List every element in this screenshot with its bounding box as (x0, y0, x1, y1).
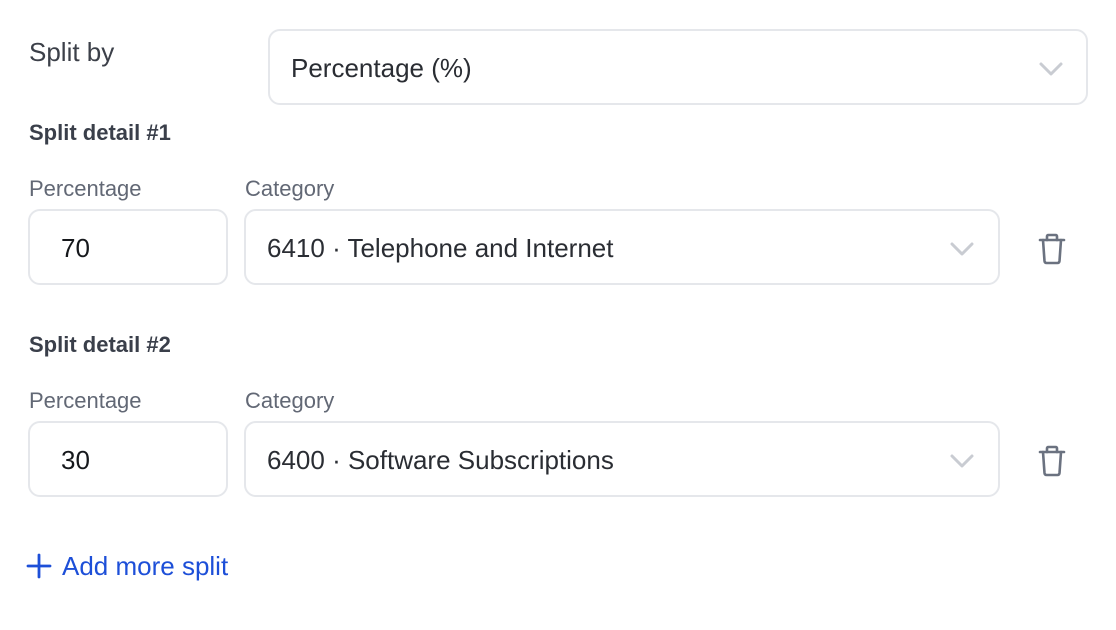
split-2-percentage-label: Percentage (29, 388, 142, 413)
split-1-category-label: Category (245, 176, 335, 201)
chevron-down-icon (1039, 62, 1063, 76)
split-by-value: Percentage (%) (291, 53, 472, 83)
split-2-percentage-input[interactable]: 30 (28, 421, 228, 497)
split-1-category-select[interactable]: 6410 · Telephone and Internet (244, 209, 1000, 285)
split-2-category-label: Category (245, 388, 335, 413)
plus-icon (26, 553, 52, 579)
split-2-percentage-value: 30 (61, 445, 90, 475)
trash-icon (1038, 445, 1066, 477)
split-by-select[interactable]: Percentage (%) (268, 29, 1088, 105)
trash-icon (1038, 233, 1066, 265)
split-detail-1-title: Split detail #1 (29, 120, 171, 145)
split-2-delete-button[interactable] (1038, 445, 1066, 477)
split-1-category-value: 6410 · Telephone and Internet (267, 233, 614, 263)
split-2-category-value: 6400 · Software Subscriptions (267, 445, 614, 475)
split-1-percentage-label: Percentage (29, 176, 142, 201)
chevron-down-icon (950, 454, 974, 468)
split-1-percentage-input[interactable]: 70 (28, 209, 228, 285)
split-1-delete-button[interactable] (1038, 233, 1066, 265)
add-more-split-button[interactable]: Add more split (26, 549, 228, 583)
split-2-category-select[interactable]: 6400 · Software Subscriptions (244, 421, 1000, 497)
split-1-percentage-value: 70 (61, 233, 90, 263)
add-more-split-label: Add more split (62, 551, 229, 581)
split-by-label: Split by (29, 37, 115, 67)
split-detail-2-title: Split detail #2 (29, 332, 171, 357)
chevron-down-icon (950, 242, 974, 256)
